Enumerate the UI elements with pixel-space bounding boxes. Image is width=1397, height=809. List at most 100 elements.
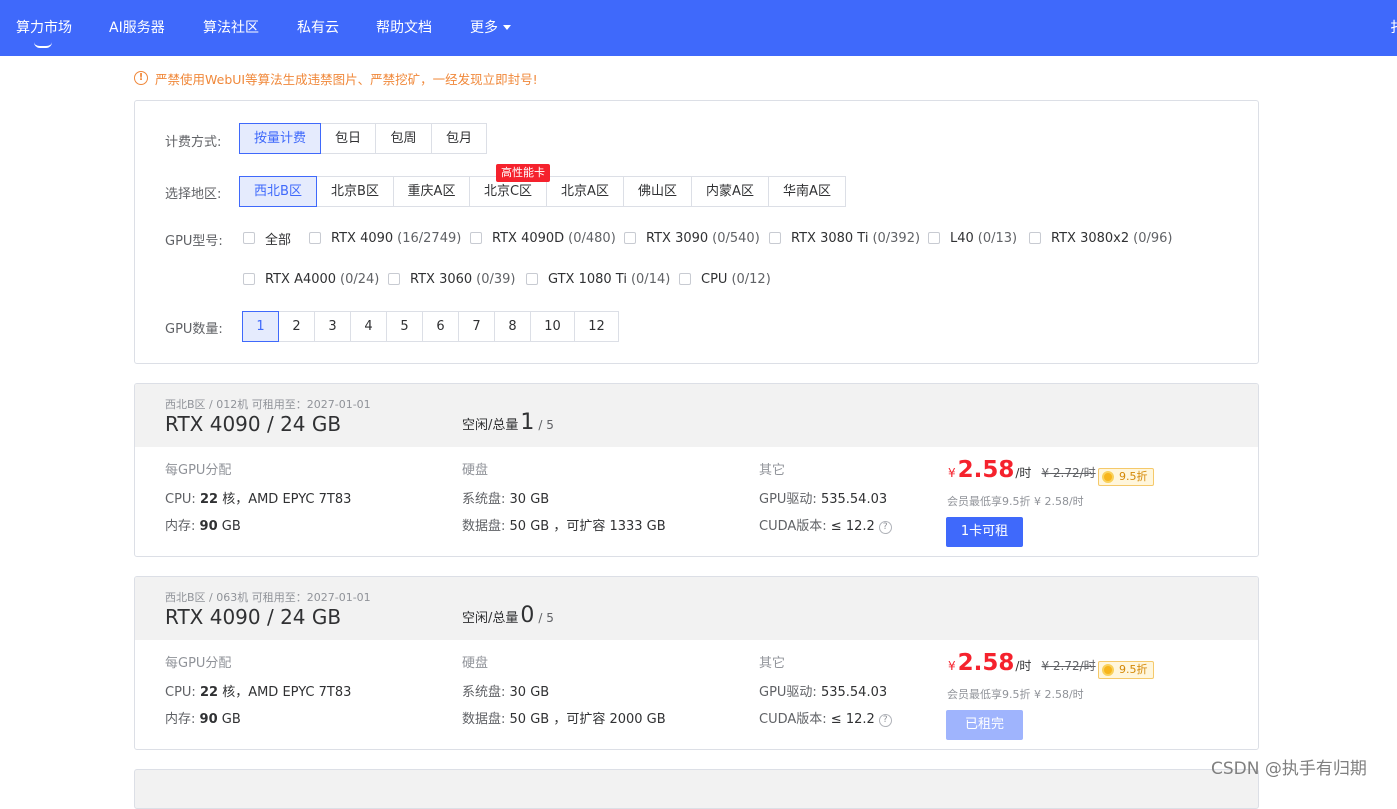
gpu-count-option-5[interactable]: 5 <box>386 311 423 342</box>
system-disk-spec: 系统盘: 30 GB <box>462 492 550 507</box>
card-availability: 空闲/总量0/ 5 <box>462 603 554 628</box>
gpu-count-option-8[interactable]: 8 <box>494 311 531 342</box>
checkbox-icon <box>470 232 482 244</box>
card-location: 西北B区 / 012机 可租用至：2027-01-01 <box>165 398 371 411</box>
checkbox-icon <box>928 232 940 244</box>
disk-heading: 硬盘 <box>462 656 489 671</box>
disk-heading: 硬盘 <box>462 463 489 478</box>
original-price: ¥ 2.72/时 <box>1041 659 1096 673</box>
nav-item-algorithm-community[interactable]: 算法社区 <box>203 0 259 56</box>
card-header: 西北B区 / 063机 可租用至：2027-01-01 RTX 4090 / 2… <box>135 577 1258 640</box>
gpu-option-cpu[interactable]: CPU (0/12) <box>679 270 771 288</box>
coin-icon <box>1102 471 1114 483</box>
memory-spec: 内存: 90 GB <box>165 712 241 727</box>
machine-card: 西北B区 / 012机 可租用至：2027-01-01 RTX 4090 / 2… <box>134 383 1259 557</box>
price-value: 2.58 <box>957 457 1015 483</box>
region-option-huanan-a[interactable]: 华南A区 <box>768 176 846 207</box>
nav-item-ai-server[interactable]: AI服务器 <box>109 0 165 56</box>
watermark: CSDN @执手有归期 <box>1211 759 1367 779</box>
gpu-option-rtxa4000[interactable]: RTX A4000 (0/24) <box>243 270 379 288</box>
high-performance-badge: 高性能卡 <box>496 164 550 182</box>
gpu-count-option-12[interactable]: 12 <box>574 311 619 342</box>
card-title: RTX 4090 / 24 GB <box>165 605 342 629</box>
billing-option-monthly[interactable]: 包月 <box>431 123 487 154</box>
machine-card: 西北B区 / 063机 可租用至：2027-01-01 RTX 4090 / 2… <box>134 576 1259 750</box>
gpu-option-gtx1080ti[interactable]: GTX 1080 Ti (0/14) <box>526 270 670 288</box>
region-option-beijing-a[interactable]: 北京A区 <box>546 176 624 207</box>
nav-edge-item[interactable]: 扌 <box>1390 0 1397 57</box>
cpu-spec: CPU: 22 核，AMD EPYC 7T83 <box>165 685 352 700</box>
system-disk-spec: 系统盘: 30 GB <box>462 685 550 700</box>
warning-icon: ! <box>134 71 148 85</box>
discount-badge: 9.5折 <box>1098 468 1154 486</box>
gpu-count-option-2[interactable]: 2 <box>278 311 315 342</box>
help-icon[interactable]: ? <box>878 714 892 727</box>
gpu-option-l40[interactable]: L40 (0/13) <box>928 229 1017 247</box>
original-price: ¥ 2.72/时 <box>1041 466 1096 480</box>
nav-item-private-cloud[interactable]: 私有云 <box>297 0 339 56</box>
top-nav-bar: 算力市场 AI服务器 算法社区 私有云 帮助文档 更多 扌 <box>0 0 1397 56</box>
discount-badge: 9.5折 <box>1098 661 1154 679</box>
help-icon[interactable]: ? <box>878 521 892 534</box>
per-gpu-heading: 每GPU分配 <box>165 656 232 671</box>
billing-option-weekly[interactable]: 包周 <box>375 123 432 154</box>
checkbox-icon <box>679 273 691 285</box>
gpu-option-rtx4090d[interactable]: RTX 4090D (0/480) <box>470 229 616 247</box>
member-price-note: 会员最低享9.5折 ¥ 2.58/时 <box>947 688 1084 701</box>
region-option-xibei-b[interactable]: 西北B区 <box>239 176 317 207</box>
card-location: 西北B区 / 063机 可租用至：2027-01-01 <box>165 591 371 604</box>
price-display: ¥ 2.58 /时 ¥ 2.72/时 <box>948 457 1096 483</box>
gpu-count-option-1[interactable]: 1 <box>242 311 279 342</box>
checkbox-icon <box>624 232 636 244</box>
gpu-driver-spec: GPU驱动: 535.54.03 <box>759 492 888 507</box>
checkbox-icon <box>526 273 538 285</box>
card-title: RTX 4090 / 24 GB <box>165 412 342 436</box>
gpu-option-rtx3090[interactable]: RTX 3090 (0/540) <box>624 229 760 247</box>
region-option-neimeng-a[interactable]: 内蒙A区 <box>691 176 769 207</box>
gpu-count-option-3[interactable]: 3 <box>314 311 351 342</box>
checkbox-icon <box>388 273 400 285</box>
filter-panel: 计费方式: 按量计费 包日 包周 包月 选择地区: 西北B区 北京B区 重庆A区… <box>134 100 1259 364</box>
billing-options: 按量计费 包日 包周 包月 <box>239 123 487 154</box>
gpu-driver-spec: GPU驱动: 535.54.03 <box>759 685 888 700</box>
sold-out-button[interactable]: 已租完 <box>946 710 1023 740</box>
gpu-count-options: 1 2 3 4 5 6 7 8 10 12 <box>242 311 619 342</box>
cpu-spec: CPU: 22 核，AMD EPYC 7T83 <box>165 492 352 507</box>
warning-text: 严禁使用WebUI等算法生成违禁图片、严禁挖矿，一经发现立即封号! <box>155 71 538 87</box>
billing-option-payg[interactable]: 按量计费 <box>239 123 321 154</box>
checkbox-icon <box>243 273 255 285</box>
rent-button[interactable]: 1卡可租 <box>946 517 1023 547</box>
cuda-version-spec: CUDA版本: ≤ 12.2? <box>759 515 892 534</box>
nav-more-label: 更多 <box>470 20 498 36</box>
card-availability: 空闲/总量1/ 5 <box>462 410 554 435</box>
billing-option-daily[interactable]: 包日 <box>320 123 376 154</box>
per-gpu-heading: 每GPU分配 <box>165 463 232 478</box>
other-heading: 其它 <box>759 656 786 671</box>
gpu-option-rtx3080x2[interactable]: RTX 3080x2 (0/96) <box>1029 229 1172 247</box>
price-display: ¥ 2.58 /时 ¥ 2.72/时 <box>948 650 1096 676</box>
gpu-count-option-7[interactable]: 7 <box>458 311 495 342</box>
nav-item-more[interactable]: 更多 <box>470 0 511 56</box>
gpu-count-option-4[interactable]: 4 <box>350 311 387 342</box>
data-disk-spec: 数据盘: 50 GB ，可扩容 1333 GB <box>462 519 666 534</box>
gpu-option-all[interactable]: 全部 <box>243 229 291 248</box>
machine-card-partial <box>134 769 1259 809</box>
gpu-count-label: GPU数量: <box>165 322 223 337</box>
gpu-option-rtx3060[interactable]: RTX 3060 (0/39) <box>388 270 516 288</box>
coin-icon <box>1102 664 1114 676</box>
gpu-count-option-6[interactable]: 6 <box>422 311 459 342</box>
checkbox-icon <box>769 232 781 244</box>
checkbox-icon <box>243 232 255 244</box>
gpu-model-label: GPU型号: <box>165 234 223 249</box>
gpu-count-option-10[interactable]: 10 <box>530 311 575 342</box>
card-header: 西北B区 / 012机 可租用至：2027-01-01 RTX 4090 / 2… <box>135 384 1258 447</box>
other-heading: 其它 <box>759 463 786 478</box>
gpu-option-rtx3080ti[interactable]: RTX 3080 Ti (0/392) <box>769 229 920 247</box>
region-option-chongqing-a[interactable]: 重庆A区 <box>393 176 470 207</box>
region-option-foshan[interactable]: 佛山区 <box>623 176 692 207</box>
region-option-beijing-b[interactable]: 北京B区 <box>316 176 394 207</box>
nav-item-help-docs[interactable]: 帮助文档 <box>376 0 432 56</box>
gpu-option-rtx4090[interactable]: RTX 4090 (16/2749) <box>309 229 461 247</box>
caret-down-icon <box>503 25 511 30</box>
warning-banner: ! 严禁使用WebUI等算法生成违禁图片、严禁挖矿，一经发现立即封号! <box>134 68 538 88</box>
